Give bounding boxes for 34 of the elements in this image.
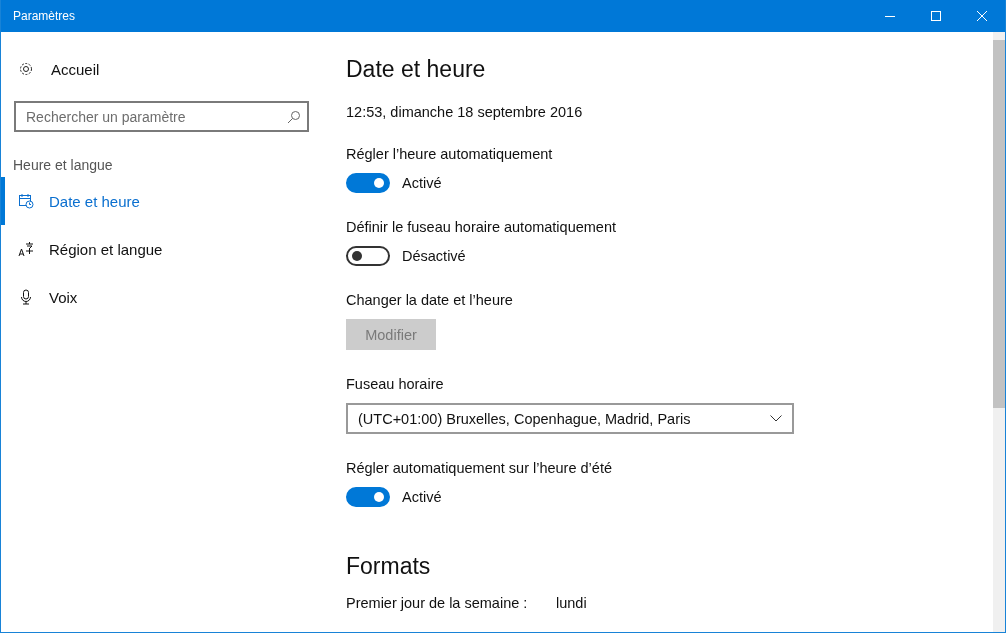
scrollbar-thumb[interactable] xyxy=(993,40,1005,408)
setting-label: Régler automatiquement sur l’heure d’été xyxy=(346,460,613,478)
setting-label: Fuseau horaire xyxy=(346,376,445,394)
maximize-icon xyxy=(931,11,941,21)
toggle-state: Désactivé xyxy=(402,248,466,264)
toggle-switch[interactable] xyxy=(346,487,390,507)
timezone-dropdown[interactable]: (UTC+01:00) Bruxelles, Copenhague, Madrid, Paris xyxy=(346,403,794,434)
sidebar-item[interactable]: Date et heure xyxy=(1,177,331,225)
format-label: Premier jour de la semaine : xyxy=(346,595,529,611)
sidebar-item[interactable]: Voix xyxy=(1,273,331,321)
home-link[interactable]: Accueil xyxy=(18,58,331,80)
section-title: Formats xyxy=(346,553,432,581)
gear-icon xyxy=(18,61,34,77)
close-icon xyxy=(977,11,987,21)
sidebar-item[interactable]: Région et langue xyxy=(1,225,331,273)
language-icon xyxy=(18,241,34,257)
section-heading: Heure et langue xyxy=(13,157,114,175)
setting-label: Définir le fuseau horaire automatiquement xyxy=(346,219,617,237)
toggle-switch[interactable] xyxy=(346,173,390,193)
setting-label: Changer la date et l’heure xyxy=(346,292,514,310)
microphone-icon xyxy=(18,289,34,305)
search-field[interactable]: Rechercher un paramètre xyxy=(14,101,309,132)
window-title: Paramètres xyxy=(13,9,76,23)
search-icon xyxy=(287,110,301,124)
scrollbar[interactable] xyxy=(993,32,1005,632)
toggle-switch[interactable] xyxy=(346,246,390,266)
calendar-icon xyxy=(18,193,34,209)
current-time: 12:53, dimanche 18 septembre 2016 xyxy=(346,104,584,120)
setting-label: Régler l’heure automatiquement xyxy=(346,146,554,164)
toggle-state: Activé xyxy=(402,175,442,191)
chevron-down-icon xyxy=(770,415,782,422)
toggle-state: Activé xyxy=(402,489,442,505)
format-value: lundi xyxy=(556,595,587,611)
page-title: Date et heure xyxy=(346,56,487,84)
